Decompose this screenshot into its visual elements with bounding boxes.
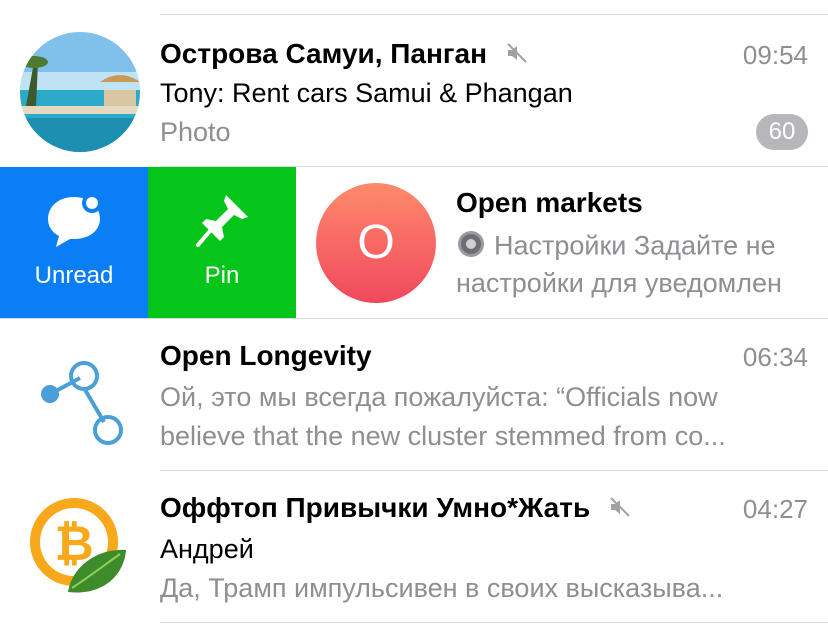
- pin-action-label: Pin: [204, 262, 240, 289]
- bitcoin-leaf-avatar: ₿: [20, 488, 140, 608]
- pin-action-button[interactable]: Pin: [148, 167, 296, 318]
- molecule-logo-avatar: [20, 336, 140, 456]
- chat-row-offtop[interactable]: ₿ Оффтоп Привычки Умно*Жать 04:27 Андрей…: [0, 472, 828, 622]
- chat-preview: Да, Трамп импульсивен в своих высказыва.…: [160, 573, 724, 603]
- separator: [160, 470, 828, 471]
- chat-title: Острова Самуи, Панган: [160, 38, 529, 72]
- gear-icon: [456, 229, 486, 266]
- chat-title: Оффтоп Привычки Умно*Жать: [160, 492, 632, 526]
- chat-preview-line1: Ой, это мы всегда пожалуйста: “Officials…: [160, 382, 718, 412]
- chat-title: Open markets: [456, 187, 643, 218]
- chat-preview-line2: настройки для уведомлен: [456, 268, 782, 298]
- chat-title: Open Longevity: [160, 340, 372, 371]
- chat-row-open-longevity[interactable]: Open Longevity 06:34 Ой, это мы всегда п…: [0, 320, 828, 470]
- chat-time: 09:54: [742, 40, 808, 70]
- separator: [160, 14, 828, 15]
- unread-badge: 60: [756, 114, 808, 150]
- muted-icon: [505, 40, 529, 72]
- chat-row-samui[interactable]: Острова Самуи, Панган 09:54 Tony: Rent c…: [0, 16, 828, 166]
- unread-bubble-icon: [0, 191, 148, 249]
- unread-action-label: Unread: [34, 262, 114, 289]
- beach-avatar: [20, 32, 140, 152]
- chat-time: 06:34: [742, 342, 808, 372]
- separator: [0, 318, 828, 319]
- chat-preview: Photo: [160, 117, 231, 147]
- chat-preview-line1: Настройки Задайте не: [456, 229, 776, 266]
- chat-list: Острова Самуи, Панган 09:54 Tony: Rent c…: [0, 0, 828, 630]
- chat-time: 04:27: [742, 494, 808, 524]
- chat-row-open-markets[interactable]: Unread Pin O Open markets Настройки Зада…: [0, 167, 828, 318]
- letter-avatar: O: [316, 183, 436, 303]
- shifted-chat-content: O Open markets Настройки Задайте не наст…: [296, 167, 828, 317]
- pin-icon: [148, 191, 296, 251]
- separator: [160, 622, 828, 623]
- chat-sender-line: Андрей: [160, 534, 254, 564]
- unread-action-button[interactable]: Unread: [0, 167, 148, 318]
- chat-sender-line: Tony: Rent cars Samui & Phangan: [160, 78, 573, 108]
- chat-preview-line2: believe that the new cluster stemmed fro…: [160, 421, 726, 451]
- muted-icon: [608, 494, 632, 526]
